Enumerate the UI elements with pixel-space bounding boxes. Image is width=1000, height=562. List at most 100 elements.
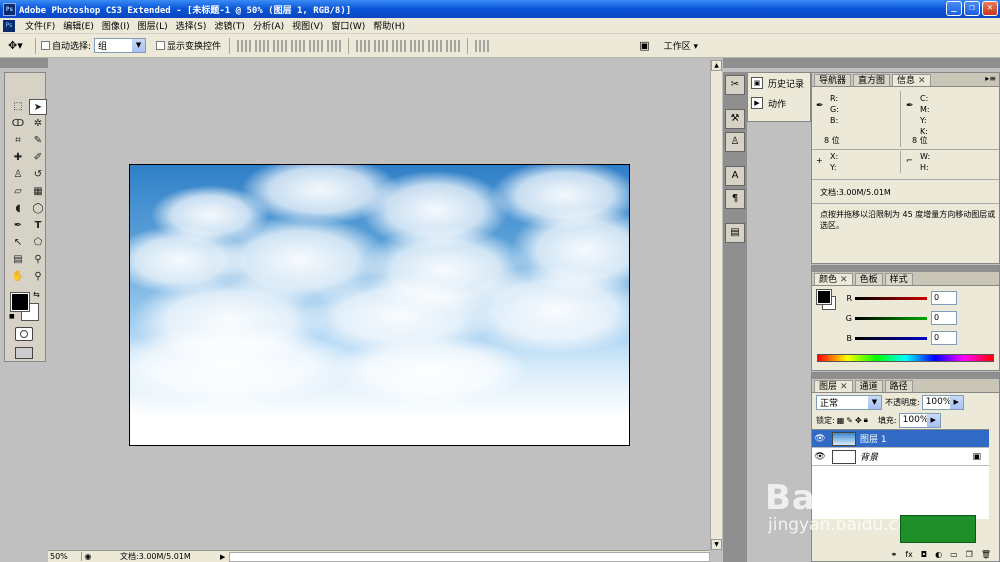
menu-help[interactable]: 帮助(H)	[369, 19, 409, 32]
red-slider[interactable]	[855, 296, 927, 300]
align-hcenter-icon[interactable]	[309, 39, 324, 52]
panel-dock-collapse-bar[interactable]	[723, 58, 1000, 68]
lock-pixels-icon[interactable]: ✎	[846, 416, 853, 425]
pen-tool-icon[interactable]: ✒	[9, 218, 27, 234]
align-left-icon[interactable]	[291, 39, 306, 52]
menu-edit[interactable]: 编辑(E)	[59, 19, 98, 32]
show-transform-checkbox[interactable]	[156, 41, 166, 50]
vertical-scrollbar[interactable]: ▲ ▼	[710, 60, 722, 550]
auto-select-dropdown[interactable]: 组 ▼	[94, 38, 147, 53]
slice-tool-icon[interactable]: ✎	[29, 133, 47, 149]
layer-name[interactable]: 图层 1	[860, 432, 887, 445]
menu-view[interactable]: 视图(V)	[288, 19, 327, 32]
crop-tool-icon[interactable]: ⌗	[9, 133, 27, 149]
layer-row[interactable]: 👁︎ 图层 1	[812, 430, 989, 448]
menu-image[interactable]: 图像(I)	[98, 19, 134, 32]
scroll-down-icon[interactable]: ▼	[711, 539, 722, 550]
distribute-hcenter-icon[interactable]	[428, 39, 443, 52]
blue-value-input[interactable]: 0	[931, 331, 957, 345]
blue-slider[interactable]	[855, 336, 927, 340]
blend-mode-dropdown[interactable]: 正常 ▼	[816, 394, 882, 410]
fg-color-chip[interactable]	[816, 289, 832, 305]
auto-select-checkbox[interactable]	[41, 41, 50, 50]
menu-filter[interactable]: 滤镜(T)	[210, 19, 249, 32]
notes-tool-icon[interactable]: ▤	[9, 252, 27, 268]
move-tool-icon[interactable]: ➤	[29, 99, 47, 115]
move-tool-preset-icon[interactable]: ✥▾	[8, 37, 30, 55]
lock-all-icon[interactable]: 🔒︎	[864, 415, 868, 425]
brushes-panel-icon[interactable]: ✂	[725, 75, 745, 95]
tab-histogram[interactable]: 直方图	[853, 74, 891, 86]
distribute-bottom-icon[interactable]	[392, 39, 407, 52]
add-mask-icon[interactable]: ◘	[921, 550, 927, 559]
toolbox-collapse-bar[interactable]	[0, 58, 48, 68]
layer-row[interactable]: 👁︎ 背景 ▣	[812, 448, 989, 466]
menu-select[interactable]: 选择(S)	[172, 19, 211, 32]
green-slider[interactable]	[855, 316, 927, 320]
lock-position-icon[interactable]: ✥	[855, 416, 862, 425]
history-panel-item[interactable]: ▣ 历史记录	[748, 73, 810, 93]
tab-swatches[interactable]: 色板	[854, 273, 883, 285]
eye-icon[interactable]: 👁︎	[812, 452, 828, 462]
distribute-vcenter-icon[interactable]	[374, 39, 389, 52]
close-icon[interactable]: ✕	[840, 275, 848, 285]
opacity-input[interactable]: 100% ▶	[921, 394, 964, 410]
hand-tool-icon[interactable]: ✋	[9, 269, 27, 285]
paragraph-panel-icon[interactable]: ¶	[725, 189, 745, 209]
red-value-input[interactable]: 0	[931, 291, 957, 305]
scroll-up-icon[interactable]: ▲	[711, 60, 722, 71]
minimize-button[interactable]: _	[946, 1, 962, 16]
character-panel-icon[interactable]: A	[725, 166, 745, 186]
distribute-right-icon[interactable]	[446, 39, 461, 52]
new-layer-icon[interactable]: ❐	[966, 550, 973, 559]
close-icon[interactable]: ✕	[918, 76, 926, 86]
shape-tool-icon[interactable]: ⬠	[29, 235, 47, 251]
close-button[interactable]: ✕	[982, 1, 998, 16]
menu-layer[interactable]: 图层(L)	[134, 19, 172, 32]
restore-button[interactable]: ❐	[964, 1, 980, 16]
menu-file[interactable]: 文件(F)	[21, 19, 59, 32]
tool-presets-icon[interactable]: ▣	[639, 39, 649, 52]
eye-icon[interactable]: 👁︎	[812, 434, 828, 444]
menu-analysis[interactable]: 分析(A)	[249, 19, 288, 32]
zoom-tool-icon[interactable]: ⚲	[29, 269, 47, 285]
healing-brush-icon[interactable]: ✚	[9, 150, 27, 166]
workspace-switcher[interactable]: ▣ 工作区 ▾	[639, 39, 698, 52]
color-spectrum-ramp[interactable]	[817, 354, 994, 362]
default-colors-icon[interactable]: ■	[9, 313, 15, 320]
lock-transparent-icon[interactable]: ▦	[837, 416, 845, 425]
tab-paths[interactable]: 路径	[884, 380, 913, 392]
tab-channels[interactable]: 通道	[854, 380, 883, 392]
tab-color[interactable]: 颜色 ✕	[814, 273, 853, 285]
ps-menu-icon[interactable]: Ps	[3, 19, 15, 32]
layer-style-icon[interactable]: fx	[905, 550, 913, 559]
lasso-tool-icon[interactable]: ↀ	[9, 116, 27, 132]
gradient-tool-icon[interactable]: ▦	[29, 184, 47, 200]
history-brush-icon[interactable]: ↺	[29, 167, 47, 183]
actions-panel-item[interactable]: ▶ 动作	[748, 93, 810, 113]
tab-navigator[interactable]: 导航器	[814, 74, 852, 86]
distribute-top-icon[interactable]	[356, 39, 371, 52]
tool-presets-panel-icon[interactable]: ⚒	[725, 109, 745, 129]
blur-tool-icon[interactable]: ◖	[9, 201, 27, 217]
panel-collapse-bar[interactable]	[812, 266, 999, 272]
brush-tool-icon[interactable]: ✐	[29, 150, 47, 166]
fill-input[interactable]: 100% ▶	[898, 412, 941, 428]
align-vcenter-icon[interactable]	[255, 39, 270, 52]
new-group-icon[interactable]: ▭	[950, 550, 958, 559]
eyedropper-icon[interactable]: ⚲	[29, 252, 47, 268]
dodge-tool-icon[interactable]: ◯	[29, 201, 47, 217]
horizontal-scrollbar[interactable]	[229, 551, 710, 562]
color-swatches[interactable]: ⇆ ■	[9, 290, 43, 327]
type-tool-icon[interactable]: T	[29, 218, 47, 234]
delete-layer-icon[interactable]: 🗑︎	[981, 550, 991, 559]
tab-info[interactable]: 信息 ✕	[892, 74, 931, 86]
link-layers-icon[interactable]: ⚭	[891, 550, 898, 559]
eraser-tool-icon[interactable]: ▱	[9, 184, 27, 200]
layer-comps-panel-icon[interactable]: ▤	[725, 223, 745, 243]
distribute-left-icon[interactable]	[410, 39, 425, 52]
marquee-tool-icon[interactable]: ⬚	[9, 99, 27, 115]
tab-styles[interactable]: 样式	[884, 273, 913, 285]
auto-align-icon[interactable]	[475, 39, 490, 52]
clone-source-panel-icon[interactable]: ♙	[725, 132, 745, 152]
